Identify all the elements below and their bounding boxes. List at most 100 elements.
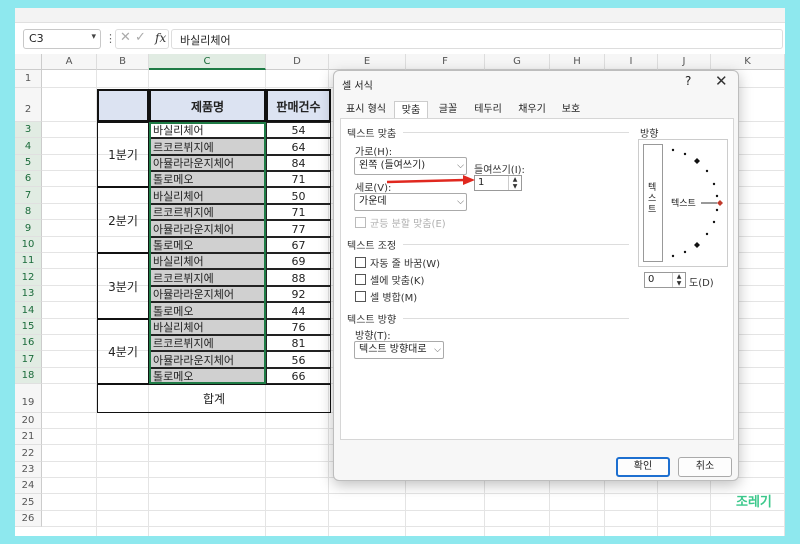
sales-cell[interactable]: 71 bbox=[266, 171, 331, 187]
column-header-k[interactable]: K bbox=[711, 54, 785, 70]
indent-stepper[interactable]: 1 ▲ ▼ bbox=[474, 175, 522, 191]
row-header-2[interactable]: 2 bbox=[15, 88, 42, 122]
chevron-down-icon: ⌵ bbox=[434, 345, 441, 355]
sales-cell[interactable]: 50 bbox=[266, 187, 331, 204]
tab-border[interactable]: 테두리 bbox=[468, 101, 508, 119]
quarter-label[interactable]: 4분기 bbox=[97, 319, 149, 384]
row-header-9[interactable]: 9 bbox=[15, 220, 42, 237]
row-header-10[interactable]: 10 bbox=[15, 237, 42, 253]
sales-cell[interactable]: 66 bbox=[266, 368, 331, 384]
quarter-label[interactable]: 3분기 bbox=[97, 253, 149, 319]
sales-cell[interactable]: 54 bbox=[266, 122, 331, 138]
justify-distributed-checkbox[interactable]: 균등 분할 맞춤(E) bbox=[355, 215, 446, 230]
tab-number[interactable]: 표시 형식 bbox=[342, 101, 390, 119]
sales-cell[interactable]: 56 bbox=[266, 351, 331, 368]
column-header-b[interactable]: B bbox=[97, 54, 149, 70]
vertical-text-button[interactable]: 텍스트 bbox=[643, 144, 663, 262]
spin-arrows-icon[interactable]: ▲ ▼ bbox=[508, 176, 521, 190]
cancel-icon[interactable]: ✕ bbox=[120, 30, 131, 45]
formula-input[interactable]: 바실리체어 bbox=[171, 29, 783, 49]
table-header-sales[interactable]: 판매건수 bbox=[266, 89, 331, 122]
row-header-26[interactable]: 26 bbox=[15, 511, 42, 527]
select-all-corner[interactable] bbox=[15, 54, 42, 70]
column-header-f[interactable]: F bbox=[406, 54, 485, 70]
column-header-i[interactable]: I bbox=[605, 54, 658, 70]
column-header-d[interactable]: D bbox=[266, 54, 329, 70]
row-header-12[interactable]: 12 bbox=[15, 269, 42, 286]
column-header-e[interactable]: E bbox=[329, 54, 406, 70]
row-header-24[interactable]: 24 bbox=[15, 478, 42, 494]
row-header-5[interactable]: 5 bbox=[15, 155, 42, 171]
row-header-1[interactable]: 1 bbox=[15, 70, 42, 88]
row-header-13[interactable]: 13 bbox=[15, 286, 42, 302]
tab-fill[interactable]: 채우기 bbox=[512, 101, 552, 119]
spin-arrows-icon[interactable]: ▲ ▼ bbox=[672, 273, 685, 287]
tab-protection[interactable]: 보호 bbox=[556, 101, 586, 119]
total-row[interactable]: 합계 bbox=[97, 384, 331, 413]
checkbox-box bbox=[355, 291, 366, 302]
row-header-25[interactable]: 25 bbox=[15, 494, 42, 511]
quarter-label[interactable]: 2분기 bbox=[97, 187, 149, 253]
sales-cell[interactable]: 81 bbox=[266, 335, 331, 351]
column-header-j[interactable]: J bbox=[658, 54, 711, 70]
table-header-product[interactable]: 제품명 bbox=[149, 89, 266, 122]
help-button[interactable]: ? bbox=[685, 74, 691, 88]
sales-cell[interactable]: 67 bbox=[266, 237, 331, 253]
row-header-19[interactable]: 19 bbox=[15, 384, 42, 413]
direction-select[interactable]: 텍스트 방향대로 ⌵ bbox=[354, 341, 444, 359]
wrap-text-checkbox[interactable]: 자동 줄 바꿈(W) bbox=[355, 255, 440, 270]
chevron-down-icon[interactable]: ▾ bbox=[91, 32, 96, 42]
shrink-to-fit-checkbox[interactable]: 셀에 맞춤(K) bbox=[355, 272, 424, 287]
sales-cell[interactable]: 64 bbox=[266, 138, 331, 155]
quarter-label[interactable]: 1분기 bbox=[97, 122, 149, 187]
row-header-23[interactable]: 23 bbox=[15, 462, 42, 478]
watermark: 조레기 bbox=[736, 495, 772, 510]
row-header-18[interactable]: 18 bbox=[15, 368, 42, 384]
row-header-8[interactable]: 8 bbox=[15, 204, 42, 220]
close-button[interactable]: ✕ bbox=[715, 72, 728, 90]
row-header-6[interactable]: 6 bbox=[15, 171, 42, 187]
merge-cells-label: 셀 병합(M) bbox=[370, 293, 418, 304]
ok-button[interactable]: 확인 bbox=[616, 457, 670, 477]
tab-font[interactable]: 글꼴 bbox=[432, 101, 464, 119]
column-header-a[interactable]: A bbox=[42, 54, 97, 70]
tab-alignment[interactable]: 맞춤 bbox=[394, 101, 428, 119]
insert-function-icon[interactable]: fx bbox=[155, 31, 166, 45]
row-header-7[interactable]: 7 bbox=[15, 187, 42, 204]
sales-cell[interactable]: 84 bbox=[266, 155, 331, 171]
name-box-value: C3 bbox=[29, 32, 44, 45]
column-header-h[interactable]: H bbox=[550, 54, 605, 70]
row-header-4[interactable]: 4 bbox=[15, 138, 42, 155]
sales-cell[interactable]: 44 bbox=[266, 302, 331, 319]
sales-cell[interactable]: 69 bbox=[266, 253, 331, 269]
row-header-15[interactable]: 15 bbox=[15, 319, 42, 335]
row-header-20[interactable]: 20 bbox=[15, 413, 42, 429]
degrees-stepper[interactable]: 0 ▲ ▼ bbox=[644, 272, 686, 288]
sales-cell[interactable]: 76 bbox=[266, 319, 331, 335]
alignment-panel: 텍스트 맞춤 가로(H): 왼쪽 (들여쓰기) ⌵ 들여쓰기(I): 세로(V):… bbox=[340, 118, 734, 440]
row-header-22[interactable]: 22 bbox=[15, 445, 42, 462]
vertical-text-label: 텍스트 bbox=[648, 183, 657, 215]
check-icon[interactable]: ✓ bbox=[135, 30, 146, 45]
orientation-box[interactable]: 텍스트 텍스트 bbox=[638, 139, 728, 267]
horizontal-select[interactable]: 왼쪽 (들여쓰기) ⌵ bbox=[354, 157, 467, 175]
row-header-11[interactable]: 11 bbox=[15, 253, 42, 269]
cancel-button[interactable]: 취소 bbox=[678, 457, 732, 477]
sales-cell[interactable]: 77 bbox=[266, 220, 331, 237]
indent-value: 1 bbox=[478, 177, 485, 188]
row-header-3[interactable]: 3 bbox=[15, 122, 42, 138]
column-header-c[interactable]: C bbox=[149, 54, 266, 70]
sales-cell[interactable]: 88 bbox=[266, 269, 331, 286]
table-header-blank[interactable] bbox=[97, 89, 149, 122]
row-header-17[interactable]: 17 bbox=[15, 351, 42, 368]
vertical-select[interactable]: 가운데 ⌵ bbox=[354, 193, 467, 211]
column-header-g[interactable]: G bbox=[485, 54, 550, 70]
row-header-14[interactable]: 14 bbox=[15, 302, 42, 319]
sales-cell[interactable]: 71 bbox=[266, 204, 331, 220]
sales-cell[interactable]: 92 bbox=[266, 286, 331, 302]
name-box[interactable]: C3 ▾ bbox=[23, 29, 101, 49]
row-header-16[interactable]: 16 bbox=[15, 335, 42, 351]
merge-cells-checkbox[interactable]: 셀 병합(M) bbox=[355, 289, 417, 304]
horizontal-text-label: 텍스트 bbox=[671, 199, 696, 209]
row-header-21[interactable]: 21 bbox=[15, 429, 42, 445]
